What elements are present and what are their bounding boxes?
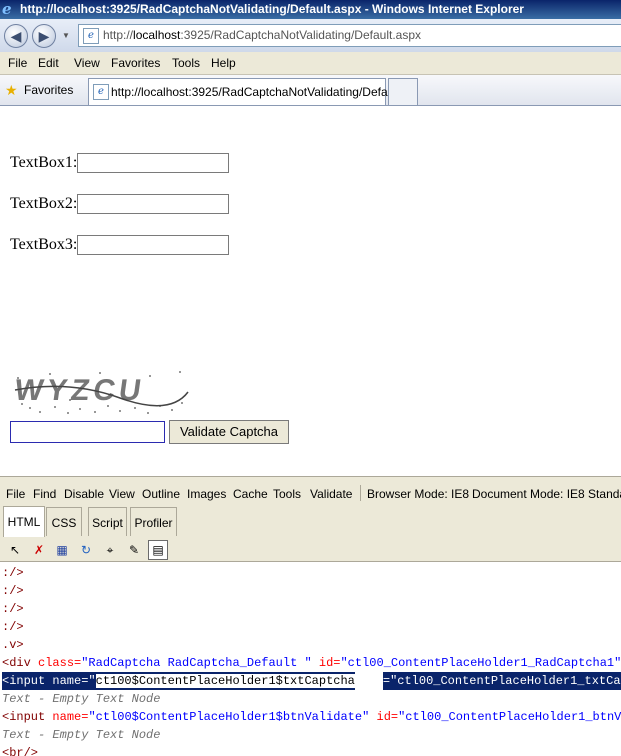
save-icon[interactable]: ▦: [52, 540, 72, 560]
favorites-star-icon[interactable]: ★: [5, 82, 18, 99]
menu-edit[interactable]: Edit: [38, 56, 59, 70]
svg-text:WYZCU: WYZCU: [13, 374, 148, 407]
edit-icon[interactable]: ✎: [124, 540, 144, 560]
textbox3-label: TextBox3:: [10, 236, 78, 253]
browser-mode-menu[interactable]: Browser Mode: IE8: [367, 487, 469, 501]
tab-title: http://localhost:3925/RadCaptchaNotValid…: [111, 85, 398, 99]
favorites-bar: ★ Favorites e http://localhost:3925/RadC…: [0, 75, 621, 106]
tab-page-icon: e: [93, 84, 109, 100]
dt-menu-images[interactable]: Images: [187, 487, 226, 501]
tab-script[interactable]: Script: [88, 507, 127, 536]
textbox3-input[interactable]: [77, 235, 229, 255]
dom-tree-icon[interactable]: ⌖: [100, 540, 120, 560]
word-wrap-icon[interactable]: ▤: [148, 540, 168, 560]
address-toolbar: ◀ ▶ ▼ e http://localhost:3925/RadCaptcha…: [0, 19, 621, 53]
tab-css[interactable]: CSS: [46, 507, 82, 536]
dt-menu-find[interactable]: Find: [33, 487, 56, 501]
page-content: TextBox1: TextBox2: TextBox3: WYZCU Vali…: [0, 106, 621, 476]
html-source-tree: :/> :/> :/> :/> .v> <div class="RadCaptc…: [0, 562, 621, 756]
validate-captcha-button[interactable]: Validate Captcha: [169, 420, 289, 444]
window-title: http://localhost:3925/RadCaptchaNotValid…: [20, 2, 524, 16]
page-icon: e: [83, 28, 99, 44]
menu-tools[interactable]: Tools: [172, 56, 200, 70]
new-tab-button[interactable]: [388, 78, 418, 105]
refresh-icon[interactable]: ↻: [76, 540, 96, 560]
code-line[interactable]: :/>: [2, 564, 24, 582]
code-line-selected[interactable]: <input name="ct100$ContentPlaceHolder1$t…: [2, 672, 621, 690]
code-line[interactable]: :/>: [2, 618, 24, 636]
devtools-menu-bar: File Find Disable View Outline Images Ca…: [0, 481, 621, 506]
clear-outline-icon[interactable]: ✗: [29, 540, 49, 560]
back-arrow-icon[interactable]: ◀: [4, 24, 28, 48]
dt-menu-validate[interactable]: Validate: [310, 487, 352, 501]
code-line-div[interactable]: <div class="RadCaptcha RadCaptcha_Defaul…: [2, 654, 621, 672]
dt-menu-divider: [360, 485, 361, 501]
devtools-tabs: HTML CSS Script Profiler: [0, 505, 621, 537]
textbox1-input[interactable]: [77, 153, 229, 173]
menu-favorites[interactable]: Favorites: [111, 56, 160, 70]
devtools-toolbar: ↖ ✗ ▦ ↻ ⌖ ✎ ▤: [0, 537, 621, 562]
menu-file[interactable]: File: [8, 56, 27, 70]
menu-view[interactable]: View: [74, 56, 100, 70]
menu-help[interactable]: Help: [211, 56, 236, 70]
code-line-input[interactable]: <input name="ctl00$ContentPlaceHolder1$b…: [2, 708, 621, 726]
forward-arrow-icon[interactable]: ▶: [32, 24, 56, 48]
textbox1-label: TextBox1:: [10, 154, 78, 171]
captcha-input[interactable]: [10, 421, 165, 443]
textbox2-input[interactable]: [77, 194, 229, 214]
document-mode-menu[interactable]: Document Mode: IE8 Standards: [472, 487, 621, 501]
dt-menu-view[interactable]: View: [109, 487, 135, 501]
address-url[interactable]: http://localhost:3925/RadCaptchaNotValid…: [103, 28, 421, 42]
code-line[interactable]: <br/>: [2, 744, 38, 756]
tab-profiler[interactable]: Profiler: [130, 507, 177, 536]
code-line[interactable]: .v>: [2, 636, 24, 654]
code-line-text-node[interactable]: Text - Empty Text Node: [2, 726, 160, 744]
attribute-edit-field-blank[interactable]: [354, 672, 383, 690]
dt-menu-file[interactable]: File: [6, 487, 25, 501]
dt-menu-tools[interactable]: Tools: [273, 487, 301, 501]
window-title-bar[interactable]: e http://localhost:3925/RadCaptchaNotVal…: [0, 0, 621, 19]
dt-menu-disable[interactable]: Disable: [64, 487, 104, 501]
textbox2-label: TextBox2:: [10, 195, 78, 212]
select-element-icon[interactable]: ↖: [5, 540, 25, 560]
code-line[interactable]: :/>: [2, 600, 24, 618]
browser-tab[interactable]: e http://localhost:3925/RadCaptchaNotVal…: [88, 78, 398, 105]
history-dropdown-icon[interactable]: ▼: [62, 31, 70, 40]
dt-menu-cache[interactable]: Cache: [233, 487, 268, 501]
ie-logo-icon: e: [2, 0, 12, 18]
code-line[interactable]: :/>: [2, 582, 24, 600]
menu-bar: File Edit View Favorites Tools Help: [0, 52, 621, 75]
attribute-edit-field[interactable]: ct100$ContentPlaceHolder1$txtCaptcha: [95, 674, 355, 688]
favorites-button[interactable]: Favorites: [24, 83, 73, 97]
address-field[interactable]: e http://localhost:3925/RadCaptchaNotVal…: [78, 24, 621, 47]
captcha-image: WYZCU: [10, 368, 190, 418]
code-line-text-node[interactable]: Text - Empty Text Node: [2, 690, 160, 708]
dt-menu-outline[interactable]: Outline: [142, 487, 180, 501]
tab-html[interactable]: HTML: [3, 506, 45, 537]
